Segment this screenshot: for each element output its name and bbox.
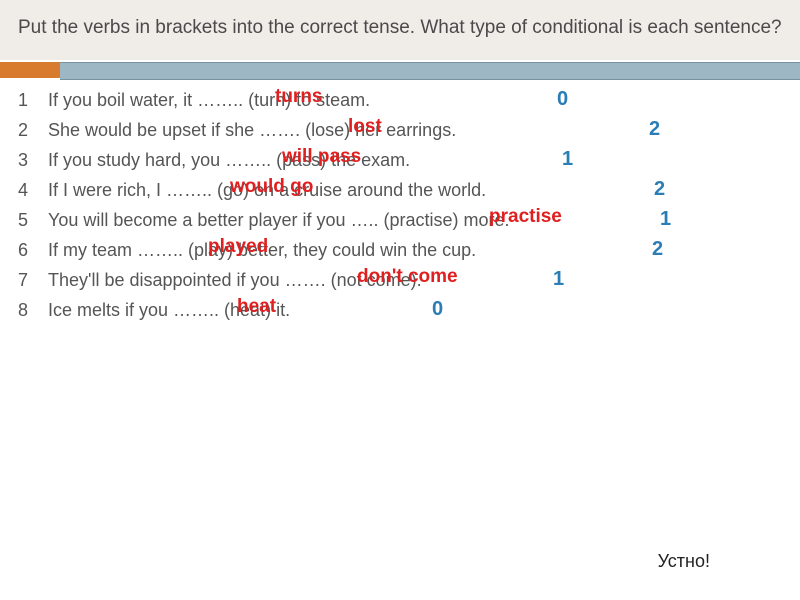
instruction-text: Put the verbs in brackets into the corre… — [18, 14, 782, 42]
row-number: 6 — [18, 240, 28, 261]
conditional-type: 2 — [652, 238, 663, 261]
sentence-text: You will become a better player if you …… — [48, 210, 510, 231]
conditional-type: 0 — [557, 88, 568, 111]
exercise-row: 5 You will become a better player if you … — [0, 206, 800, 236]
row-number: 1 — [18, 90, 28, 111]
row-number: 8 — [18, 300, 28, 321]
row-number: 4 — [18, 180, 28, 201]
exercise-row: 3If you study hard, you …….. (pass) the … — [0, 146, 800, 176]
blue-bar — [60, 62, 800, 80]
exercise-list: 1If you boil water, it …….. (turn) to st… — [0, 80, 800, 326]
row-number: 2 — [18, 120, 28, 141]
answer-overlay: heat — [237, 296, 276, 318]
exercise-row: 2 She would be upset if she ……. (lose) he… — [0, 116, 800, 146]
exercise-row: 8Ice melts if you …….. (heat) it.heat0 — [0, 296, 800, 326]
answer-overlay: don't come — [357, 266, 458, 288]
header-area: Put the verbs in brackets into the corre… — [0, 0, 800, 60]
conditional-type: 0 — [432, 298, 443, 321]
conditional-type: 1 — [660, 208, 671, 231]
answer-overlay: turns — [275, 86, 323, 108]
row-number: 5 — [18, 210, 28, 231]
answer-overlay: would go — [230, 176, 313, 198]
orange-accent — [0, 62, 60, 78]
conditional-type: 1 — [562, 148, 573, 171]
row-number: 7 — [18, 270, 28, 291]
conditional-type: 1 — [553, 268, 564, 291]
exercise-row: 1If you boil water, it …….. (turn) to st… — [0, 86, 800, 116]
exercise-row: 6If my team …….. (play) better, they cou… — [0, 236, 800, 266]
answer-overlay: will pass — [282, 146, 361, 168]
conditional-type: 2 — [649, 118, 660, 141]
exercise-row: 4If I were rich, I …….. (go) on a cruise… — [0, 176, 800, 206]
exercise-row: 7They'll be disappointed if you ……. (not… — [0, 266, 800, 296]
sentence-text: She would be upset if she ……. (lose) her… — [48, 120, 456, 141]
answer-overlay: practise — [489, 206, 562, 228]
footer-note: Устно! — [658, 551, 710, 572]
row-number: 3 — [18, 150, 28, 171]
conditional-type: 2 — [654, 178, 665, 201]
divider-bar — [0, 62, 800, 80]
answer-overlay: played — [208, 236, 268, 258]
answer-overlay: lost — [348, 116, 382, 138]
